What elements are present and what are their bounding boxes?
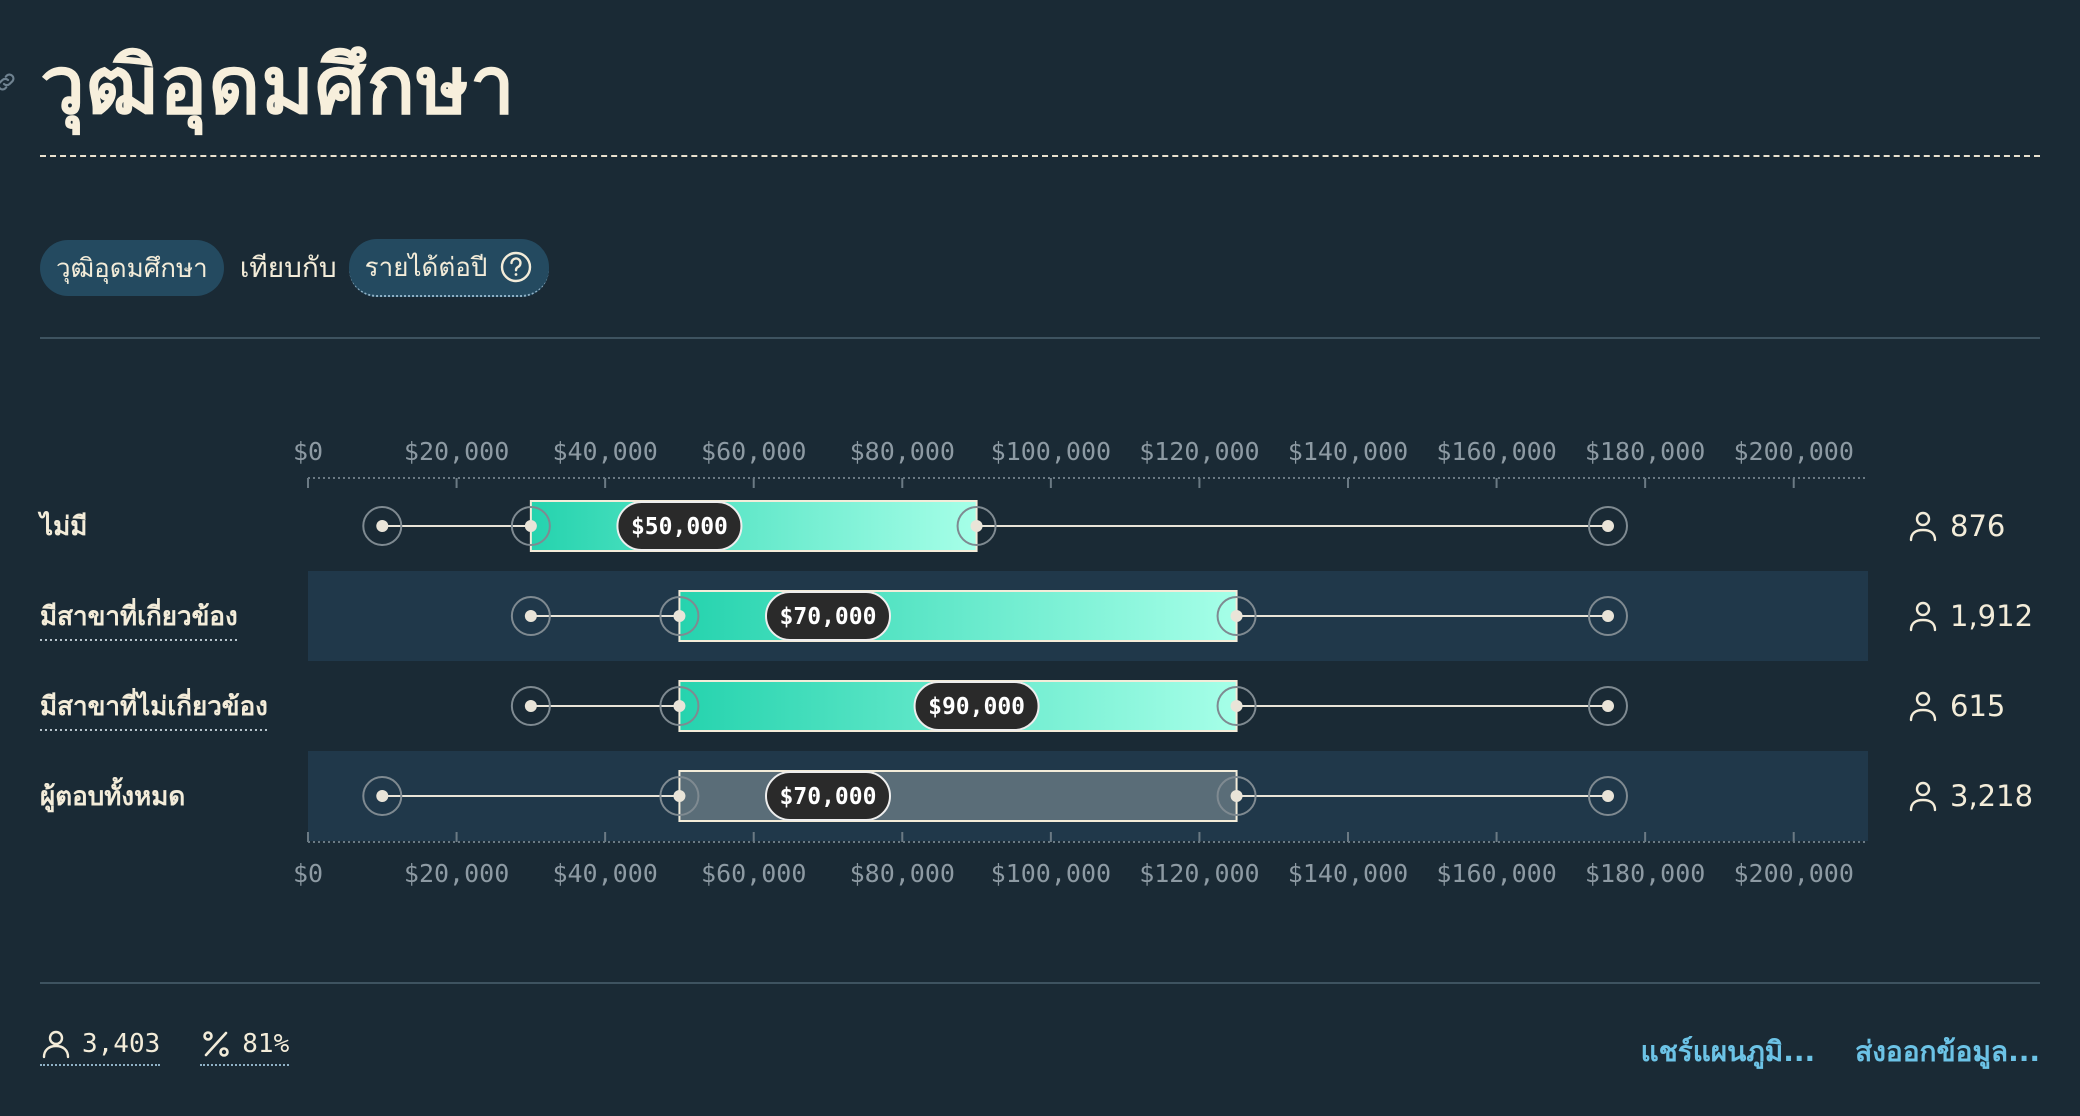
- export-data-link[interactable]: ส่งออกข้อมูล...: [1855, 1030, 2040, 1074]
- total-respondents-stat[interactable]: 3,403: [40, 1028, 161, 1066]
- iqr-box: [529, 500, 978, 552]
- whisker-point: [1230, 700, 1243, 712]
- whisker-point: [1230, 790, 1243, 802]
- versus-label: เทียบกับ: [239, 251, 337, 284]
- axis-tick-label-top: $0: [293, 437, 323, 466]
- person-icon-head: [1915, 511, 1931, 527]
- page-title: วุฒิอุดมศึกษา: [40, 39, 516, 132]
- whisker-point: [673, 610, 686, 622]
- section-divider-bottom: [40, 982, 2040, 984]
- whisker-point: [1602, 610, 1614, 622]
- whisker-point: [673, 700, 686, 712]
- axis-tick-label-bottom: $200,000: [1734, 859, 1854, 888]
- person-icon: [1909, 511, 1937, 542]
- person-icon-body: [1909, 618, 1937, 632]
- whisker-point: [376, 520, 389, 532]
- axis-tick-label-bottom: $100,000: [991, 859, 1111, 888]
- person-icon: [42, 1030, 70, 1059]
- axis-tick-label-top: $180,000: [1585, 437, 1705, 466]
- whisker-point: [376, 790, 389, 802]
- axis-tick-label-bottom: $60,000: [701, 859, 806, 888]
- metric-selector[interactable]: รายได้ต่อปี: [348, 239, 550, 297]
- person-icon-head: [1915, 691, 1931, 707]
- median-label: $50,000: [631, 514, 728, 540]
- person-icon: [1909, 781, 1937, 812]
- axis-tick-label-top: $140,000: [1288, 437, 1408, 466]
- footer-stats: 3,403 81%: [40, 1028, 290, 1066]
- axis-tick-label-bottom: $20,000: [404, 859, 509, 888]
- axis-tick-label-top: $20,000: [404, 437, 509, 466]
- axis-tick-label-bottom: $0: [293, 859, 323, 888]
- row-label: ผู้ตอบทั้งหมด: [40, 776, 185, 813]
- whisker-point: [1602, 700, 1614, 712]
- metric-selector-label: รายได้ต่อปี: [364, 252, 488, 283]
- respondent-count: 1,912: [1950, 599, 2033, 633]
- person-icon: [1909, 691, 1937, 722]
- axis-tick-label-top: $120,000: [1139, 437, 1259, 466]
- axis-tick-label-top: $80,000: [850, 437, 955, 466]
- whisker-point: [524, 700, 537, 712]
- response-rate-stat[interactable]: 81%: [200, 1028, 290, 1066]
- whisker-point: [1602, 790, 1614, 802]
- person-icon-body: [1909, 528, 1937, 542]
- whisker-point: [673, 790, 686, 802]
- respondent-count: 615: [1950, 689, 2005, 723]
- respondent-count: 3,218: [1950, 779, 2033, 813]
- row-label: มีสาขาที่ไม่เกี่ยวข้อง: [40, 687, 268, 722]
- person-icon-body: [1909, 798, 1937, 812]
- whisker-point: [970, 520, 983, 532]
- total-respondents-value: 3,403: [82, 1029, 161, 1059]
- axis-tick-label-top: $200,000: [1734, 437, 1854, 466]
- title-divider: [40, 155, 2040, 157]
- whisker-point: [524, 520, 537, 532]
- whisker-point: [1230, 610, 1243, 622]
- median-label: $70,000: [780, 604, 877, 630]
- section-divider-top: [40, 337, 2040, 339]
- person-icon-body: [1909, 708, 1937, 722]
- row-label: มีสาขาที่เกี่ยวข้อง: [40, 597, 238, 632]
- filter-bar: วุฒิอุดมศึกษา เทียบกับ รายได้ต่อปี: [40, 238, 550, 298]
- axis-tick-label-top: $40,000: [552, 437, 657, 466]
- axis-tick-label-bottom: $160,000: [1436, 859, 1556, 888]
- whisker-point: [1602, 520, 1614, 532]
- row-label: ไม่มี: [37, 510, 87, 542]
- person-icon-head: [1915, 601, 1931, 617]
- help-icon[interactable]: [499, 250, 533, 284]
- percent-icon: [203, 1031, 230, 1057]
- axis-tick-label-bottom: $140,000: [1288, 859, 1408, 888]
- iqr-box: [678, 590, 1238, 642]
- median-label: $90,000: [928, 694, 1025, 720]
- iqr-box: [678, 770, 1238, 822]
- box-plot-chart: $0 $20,000 $40,000 $60,000 $80,000 $100,000 $1…: [37, 437, 2033, 888]
- whisker-point: [524, 610, 537, 622]
- axis-tick-label-bottom: $180,000: [1585, 859, 1705, 888]
- response-rate-value: 81%: [242, 1029, 290, 1059]
- share-chart-link[interactable]: แชร์แผนภูมิ...: [1641, 1030, 1816, 1074]
- axis-tick-label-bottom: $80,000: [850, 859, 955, 888]
- dimension-selector[interactable]: วุฒิอุดมศึกษา: [40, 240, 224, 296]
- axis-tick-label-bottom: $120,000: [1139, 859, 1259, 888]
- axis-tick-label-top: $100,000: [991, 437, 1111, 466]
- person-icon: [1909, 601, 1937, 632]
- link-icon[interactable]: [0, 70, 18, 94]
- footer-actions: แชร์แผนภูมิ... ส่งออกข้อมูล...: [1641, 1030, 2040, 1074]
- person-icon-head: [1915, 781, 1931, 797]
- axis-tick-label-top: $160,000: [1436, 437, 1556, 466]
- axis-tick-label-top: $60,000: [701, 437, 806, 466]
- respondent-count: 876: [1950, 509, 2005, 543]
- axis-tick-label-bottom: $40,000: [552, 859, 657, 888]
- median-label: $70,000: [780, 784, 877, 810]
